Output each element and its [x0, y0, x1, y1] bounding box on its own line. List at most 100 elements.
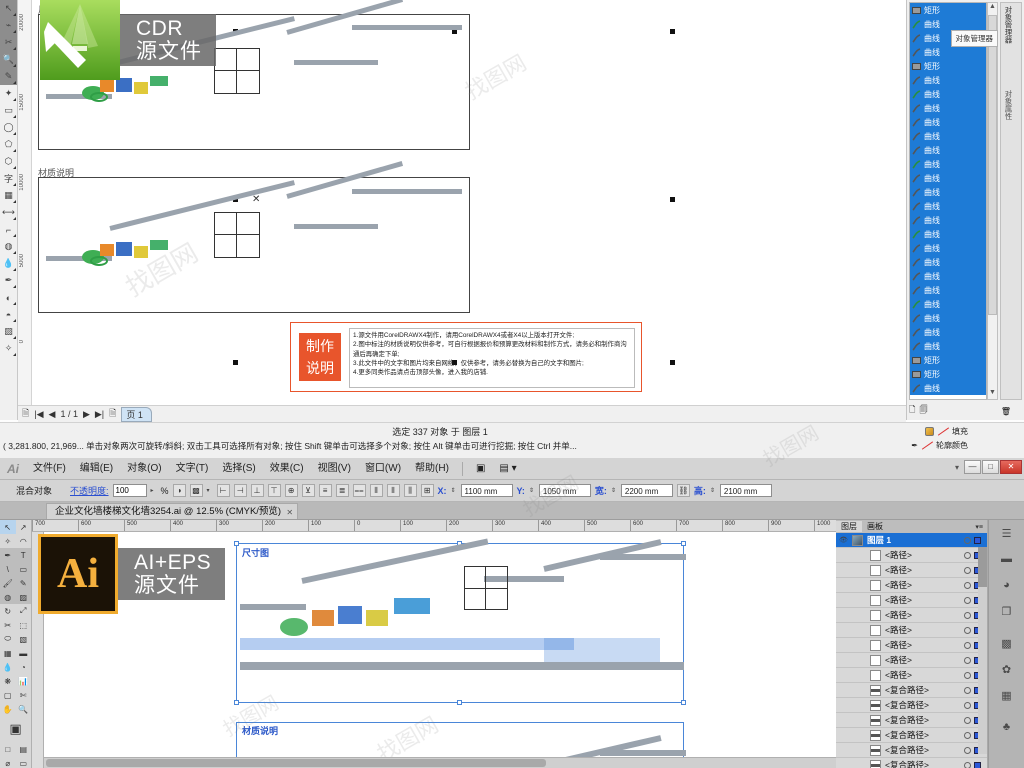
brushes-panel-icon[interactable]: ☰	[989, 520, 1024, 546]
graphic-styles-panel-icon[interactable]: ❐	[989, 598, 1024, 624]
object-manager-row[interactable]: 曲线	[910, 227, 986, 241]
layer-item-row[interactable]: <路径>	[836, 653, 987, 668]
eyedropper-tool[interactable]: 💧	[0, 660, 16, 674]
dimension-tool[interactable]: ⟷	[0, 204, 17, 221]
column-graph-tool[interactable]: 📊	[16, 674, 32, 688]
bridge-icon[interactable]: ▣	[469, 458, 492, 480]
magic-wand-tool[interactable]: ✧	[0, 534, 16, 548]
hscroll-thumb[interactable]	[46, 759, 546, 767]
status-fill-row[interactable]: 填充	[925, 426, 968, 437]
paintbrush-tool[interactable]: 🖌	[0, 576, 16, 590]
align-right-icon[interactable]: ⊥	[250, 484, 264, 497]
page-prev-button[interactable]: ◀	[49, 409, 56, 420]
object-manager-row[interactable]: 曲线	[910, 199, 986, 213]
layer-item-row[interactable]: <路径>	[836, 623, 987, 638]
opacity-stepper-icon[interactable]: ▸	[151, 488, 157, 494]
color-swatch-button[interactable]: □	[0, 742, 16, 756]
layer-item-row[interactable]: <复合路径>	[836, 758, 987, 768]
page-next-button[interactable]: ▶	[83, 409, 90, 420]
layers-panel-tabs[interactable]: 图层 画板 ▾≡	[836, 520, 987, 533]
delete-layer-icon[interactable]: 🗑	[1001, 407, 1011, 416]
polygon-tool[interactable]: ⬠	[0, 136, 17, 153]
appearance-panel-icon[interactable]: ◕	[989, 572, 1024, 598]
distribute-center-icon[interactable]: ≣	[335, 484, 349, 497]
layer-item-row[interactable]: <路径>	[836, 593, 987, 608]
target-circle-icon[interactable]	[964, 641, 971, 649]
target-circle-icon[interactable]	[964, 581, 971, 589]
height-value[interactable]: 2100 mm	[719, 484, 772, 497]
selection-handle[interactable]	[670, 360, 675, 365]
isolate-blending-icon[interactable]: ▩	[189, 484, 203, 497]
object-manager-row[interactable]: 曲线	[910, 17, 986, 31]
object-manager-row[interactable]: 曲线	[910, 171, 986, 185]
table-tool[interactable]: ▦	[0, 187, 17, 204]
object-manager-row[interactable]: 曲线	[910, 115, 986, 129]
lock-proportions-icon[interactable]: ⛓	[676, 484, 690, 497]
crop-tool[interactable]: ✂	[0, 34, 17, 51]
swatches-panel-icon[interactable]: ▦	[989, 682, 1024, 708]
align-left-icon[interactable]: ⊢	[216, 484, 230, 497]
menu-file[interactable]: 文件(F)	[26, 458, 73, 480]
object-manager-list[interactable]: 矩形 曲线 曲线 曲线 矩形 曲线 曲线 曲线 曲线 曲线 曲线 曲线 曲线 曲线 曲线 曲线 曲线 曲线 曲线 曲线…	[909, 2, 987, 400]
object-manager-row[interactable]: 曲线	[910, 311, 986, 325]
freehand-tool[interactable]: ✎	[0, 68, 17, 85]
tab-artboards[interactable]: 画板	[862, 521, 888, 532]
align-bottom-icon[interactable]: ⊻	[301, 484, 315, 497]
window-buttons[interactable]: ▾ — □ ✕	[955, 460, 1022, 474]
object-manager-buttons[interactable]: 🗋 🗐 🗑	[909, 404, 1021, 418]
opacity-input[interactable]	[112, 484, 147, 497]
object-manager-row[interactable]: 矩形	[910, 367, 986, 381]
panel-menu-icon[interactable]: ▾≡	[975, 523, 987, 531]
object-manager-row[interactable]: 曲线	[910, 185, 986, 199]
hand-tool[interactable]: ✋	[0, 702, 16, 716]
layer-item-row[interactable]: <复合路径>	[836, 713, 987, 728]
height-stepper-icon[interactable]: ⇕	[710, 488, 716, 494]
y-stepper-icon[interactable]: ⇕	[529, 488, 535, 494]
page-add-icon[interactable]: 🗎	[22, 406, 29, 422]
ellipse-tool[interactable]: ◯	[0, 119, 17, 136]
document-tab-close-icon[interactable]: ✕	[286, 505, 293, 521]
interactive-fill-tool[interactable]: ◓	[0, 306, 17, 323]
page-first-button[interactable]: |◀	[34, 409, 43, 420]
layer-item-row[interactable]: <复合路径>	[836, 743, 987, 758]
eraser-tool[interactable]: ▨	[16, 590, 32, 604]
fill-tool[interactable]: ◐	[0, 289, 17, 306]
tab-layers[interactable]: 图层	[836, 521, 862, 532]
illustrator-horizontal-scrollbar[interactable]	[44, 757, 836, 768]
layer-item-list[interactable]: <路径> <路径> <路径> <路径> <路径> <路径> <路径> <路径> <路径> <复合路…	[836, 548, 987, 768]
layer-item-row[interactable]: <路径>	[836, 548, 987, 563]
align-middle-v-icon[interactable]: ⊕	[284, 484, 298, 497]
fill-stroke-swatch[interactable]: ▣	[0, 716, 31, 742]
rectangle-tool[interactable]: ▭	[16, 562, 32, 576]
opacity-label[interactable]: 不透明度:	[70, 484, 109, 497]
scale-tool[interactable]: ⤢	[16, 604, 32, 618]
layers-scroll-thumb[interactable]	[978, 547, 987, 587]
rotate-tool[interactable]: ↻	[0, 604, 16, 618]
minimize-button[interactable]: —	[964, 460, 981, 474]
target-circle-icon[interactable]	[964, 551, 971, 559]
target-circle-icon[interactable]	[964, 611, 971, 619]
object-manager-row[interactable]: 曲线	[910, 101, 986, 115]
align-center-h-icon[interactable]: ⊣	[233, 484, 247, 497]
object-manager-row[interactable]: 曲线	[910, 157, 986, 171]
object-manager-row[interactable]: 曲线	[910, 325, 986, 339]
zoom-tool[interactable]: 🔍	[16, 702, 32, 716]
text-tool[interactable]: 字	[0, 170, 17, 187]
bbox-handle[interactable]	[681, 700, 686, 705]
outline-pen-icon[interactable]: ✒	[911, 441, 918, 450]
object-manager-row[interactable]: 曲线	[910, 129, 986, 143]
illustrator-control-bar[interactable]: 混合对象 不透明度: ▸ % ◑ ▩ ▾ ⊢ ⊣ ⊥ ⊤ ⊕ ⊻ ≡ ≣ ⩵ ⫴…	[0, 480, 1024, 502]
docker-tab-object-manager[interactable]: 对象管理器	[1001, 3, 1016, 47]
distribute-right-icon[interactable]: ⫼	[403, 484, 417, 497]
page-last-button[interactable]: ▶|	[95, 409, 104, 420]
object-manager-row[interactable]: 曲线	[910, 241, 986, 255]
arrange-documents-icon[interactable]: ▤ ▾	[492, 458, 523, 480]
artboard-tool[interactable]: ▢	[0, 688, 16, 702]
new-master-layer-icon[interactable]: 🗐	[919, 404, 927, 418]
distribute-bottom-icon[interactable]: ⩵	[352, 484, 366, 497]
perspective-grid-tool[interactable]: ▧	[16, 632, 32, 646]
bbox-handle[interactable]	[234, 700, 239, 705]
menu-effect[interactable]: 效果(C)	[263, 458, 311, 480]
new-layer-icon[interactable]: 🗋	[909, 404, 915, 418]
target-circle-icon[interactable]	[964, 716, 971, 724]
